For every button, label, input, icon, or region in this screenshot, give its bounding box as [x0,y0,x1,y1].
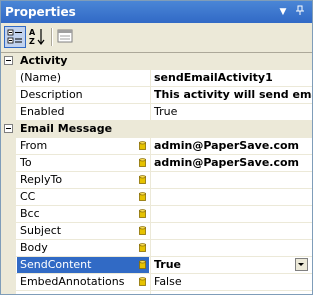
panel-title: Properties [5,5,76,19]
property-row-sendcontent[interactable]: SendContent True [1,257,312,274]
property-value[interactable]: admin@PaperSave.com [151,155,312,171]
category-activity[interactable]: Activity [1,53,312,70]
bind-cylinder-icon[interactable] [139,243,146,253]
property-row-body[interactable]: Body [1,240,312,257]
property-row-to[interactable]: To admin@PaperSave.com [1,155,312,172]
property-name: From [20,139,48,152]
property-value[interactable]: True [151,257,312,273]
property-name: Description [20,88,83,101]
collapse-icon[interactable] [4,56,13,65]
properties-panel: Properties ▼ A Z Activity (Name) sendEma… [0,0,313,295]
property-value[interactable] [151,223,312,239]
bind-cylinder-icon[interactable] [139,175,146,185]
alphabetical-sort-icon: A Z [29,28,45,46]
property-name: Subject [20,224,62,237]
chevron-down-icon[interactable]: ▼ [276,5,290,19]
property-value[interactable] [151,189,312,205]
alphabetical-button[interactable]: A Z [27,26,49,48]
property-row-embedannotations[interactable]: EmbedAnnotations False [1,274,312,291]
svg-text:Z: Z [29,37,35,46]
toolbar: A Z [1,23,312,53]
property-row-name[interactable]: (Name) sendEmailActivity1 [1,70,312,87]
property-value[interactable]: False [151,291,312,294]
property-row-cc[interactable]: CC [1,189,312,206]
collapse-icon[interactable] [4,124,13,133]
toolbar-separator [51,28,53,46]
categorized-icon [7,29,22,44]
categorized-button[interactable] [4,26,26,48]
bind-cylinder-icon[interactable] [139,158,146,168]
bind-cylinder-icon[interactable] [139,141,146,151]
bind-cylinder-icon[interactable] [139,260,146,270]
property-name: EmbedAnnotations [20,275,125,288]
property-name: To [20,156,32,169]
property-name: Body [20,241,48,254]
property-row-from[interactable]: From admin@PaperSave.com [1,138,312,155]
property-value[interactable]: This activity will send email [151,87,312,103]
property-value[interactable] [151,240,312,256]
property-name: SendContent [17,257,149,273]
property-value[interactable]: False [151,274,312,290]
property-value[interactable]: sendEmailActivity1 [151,70,312,86]
bind-cylinder-icon[interactable] [139,209,146,219]
property-value[interactable] [151,206,312,222]
property-name: Bcc [20,207,40,220]
svg-text:A: A [29,28,36,37]
category-name: Activity [20,54,68,67]
property-grid: Activity (Name) sendEmailActivity1 Descr… [1,53,312,294]
property-name: (Name) [20,71,62,84]
property-pages-icon [57,29,73,43]
bind-cylinder-icon[interactable] [139,192,146,202]
property-name: CC [20,190,36,203]
category-email-message[interactable]: Email Message [1,121,312,138]
property-row-senddocumentlink[interactable]: SendDocumentLinkFalse [1,291,312,294]
dropdown-arrow-icon[interactable] [295,258,308,271]
property-pages-button[interactable] [55,26,77,48]
property-value[interactable] [151,172,312,188]
property-row-enabled[interactable]: Enabled True [1,104,312,121]
property-name: ReplyTo [20,173,63,186]
pin-icon[interactable] [293,5,307,19]
property-name: Enabled [20,105,65,118]
title-bar: Properties ▼ [1,1,312,23]
property-value[interactable]: admin@PaperSave.com [151,138,312,154]
property-name: SendDocumentLink [17,291,149,294]
bind-cylinder-icon[interactable] [139,277,146,287]
category-name: Email Message [20,122,113,135]
property-row-description[interactable]: Description This activity will send emai… [1,87,312,104]
property-row-replyto[interactable]: ReplyTo [1,172,312,189]
property-row-subject[interactable]: Subject [1,223,312,240]
property-value[interactable]: True [151,104,312,120]
bind-cylinder-icon[interactable] [139,226,146,236]
property-row-bcc[interactable]: Bcc [1,206,312,223]
